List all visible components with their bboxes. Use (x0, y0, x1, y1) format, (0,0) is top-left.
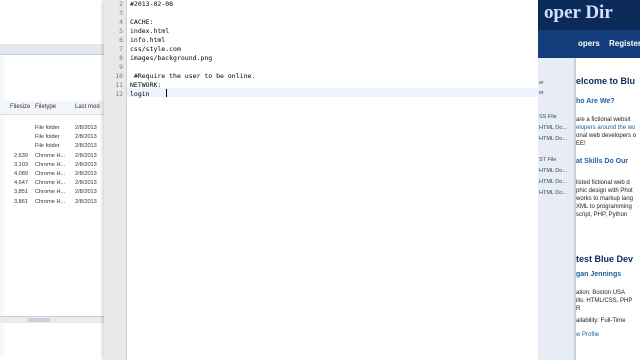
file-row[interactable]: File folder 2/8/2013 (0, 142, 104, 151)
list-item[interactable]: er (539, 90, 544, 96)
developer-name[interactable]: gan Jennings (576, 271, 621, 278)
skills-text: listed fictional web d (576, 180, 630, 186)
code-editor-window: 2 3 4 5 6 7 8 9 10 11 12 #2013-02-08 CAC… (104, 0, 538, 360)
code-line[interactable]: login (130, 90, 150, 98)
skills-text: works to markup lang (576, 196, 634, 202)
line-number: 11 (115, 81, 123, 89)
list-item[interactable]: HTML Do... (539, 190, 567, 196)
code-line[interactable]: images/background.png (130, 54, 212, 62)
file-list-header: Filesize Filetype Last mod (0, 101, 104, 115)
code-line[interactable]: #Require the user to be online. (130, 72, 255, 80)
developer-location: ation: Boston USA (576, 290, 626, 296)
code-line[interactable]: index.html (130, 27, 169, 35)
who-heading: ho Are We? (576, 98, 615, 105)
explorer-toolbar (0, 44, 104, 55)
skills-text: phic design with Phot (576, 188, 633, 194)
site-header: oper Dir (538, 0, 640, 30)
skills-text: script, PHP, Python (576, 212, 628, 218)
line-number-gutter: 2 3 4 5 6 7 8 9 10 11 12 (104, 0, 127, 360)
horizontal-scrollbar[interactable] (0, 316, 104, 323)
current-line-highlight (127, 88, 538, 97)
code-line[interactable]: info.html (130, 36, 165, 44)
developer-extra: R (576, 306, 581, 312)
file-list: File folder 2/8/2013 File folder 2/8/201… (0, 124, 104, 207)
browser-window: oper Dir opers Register er er SS File HT… (538, 0, 640, 360)
list-item[interactable]: HTML Do... (539, 168, 567, 174)
who-text: onal web developers o (576, 133, 637, 139)
who-text: are a fictional websit (576, 117, 631, 123)
site-logo[interactable]: oper Dir (544, 2, 613, 24)
skills-heading: at Skills Do Our (576, 158, 629, 165)
code-line[interactable]: css/style.com (130, 45, 181, 53)
file-row[interactable]: 3,851 Chrome H... 2/8/2013 (0, 188, 104, 197)
view-profile-link[interactable]: w Profile (576, 332, 599, 338)
line-number: 10 (115, 72, 123, 80)
code-line[interactable]: #2013-02-08 (130, 0, 173, 8)
skills-text: XML to programming (576, 204, 632, 210)
list-item[interactable]: er (539, 80, 544, 86)
line-number: 12 (115, 90, 123, 98)
latest-heading: test Blue Dev (576, 254, 634, 264)
developer-availability: ailability: Full-Time (576, 318, 626, 324)
file-list-panel: er er SS File HTML Do... HTML Do... ST F… (538, 58, 575, 360)
nav-link-register[interactable]: Register (609, 39, 640, 48)
line-number: 3 (119, 9, 123, 17)
file-row[interactable]: 3,103 Chrome H... 2/8/2013 (0, 161, 104, 170)
text-cursor (166, 89, 167, 97)
file-row[interactable]: 4,647 Chrome H... 2/8/2013 (0, 179, 104, 188)
site-nav: opers Register (538, 30, 640, 68)
column-last-modified[interactable]: Last mod (75, 104, 100, 110)
list-item[interactable]: HTML Do... (539, 179, 567, 185)
who-text: EE! (576, 141, 586, 147)
developer-skills: ills: HTML/CSS, PHP (576, 298, 633, 304)
page-content: elcome to Blu ho Are We? are a fictional… (576, 58, 640, 360)
welcome-heading: elcome to Blu (576, 76, 636, 86)
line-number: 8 (119, 54, 123, 62)
column-filetype[interactable]: Filetype (35, 104, 56, 110)
line-number: 2 (119, 0, 123, 8)
list-item[interactable]: HTML Do... (539, 136, 567, 142)
column-filesize[interactable]: Filesize (10, 104, 30, 110)
line-number: 4 (119, 18, 123, 26)
list-item[interactable]: HTML Do... (539, 125, 567, 131)
file-row[interactable]: 2,639 Chrome H... 2/8/2013 (0, 152, 104, 161)
list-item[interactable]: SS File (539, 114, 557, 120)
file-row[interactable]: File folder 2/8/2013 (0, 133, 104, 142)
line-number: 6 (119, 36, 123, 44)
line-number: 7 (119, 45, 123, 53)
code-line[interactable]: CACHE: (130, 18, 153, 26)
file-row[interactable]: File folder 2/8/2013 (0, 124, 104, 133)
nav-link-developers[interactable]: opers (578, 39, 600, 48)
file-row[interactable]: 4,089 Chrome H... 2/8/2013 (0, 170, 104, 179)
who-text[interactable]: elopers around the wo (576, 125, 635, 131)
file-row[interactable]: 3,861 Chrome H... 2/8/2013 (0, 198, 104, 207)
list-item[interactable]: ST File (539, 157, 556, 163)
file-explorer-window: Filesize Filetype Last mod File folder 2… (0, 0, 105, 360)
line-number: 5 (119, 27, 123, 35)
scrollbar-thumb[interactable] (28, 318, 50, 322)
line-number: 9 (119, 63, 123, 71)
code-line[interactable]: NETWORK: (130, 81, 161, 89)
